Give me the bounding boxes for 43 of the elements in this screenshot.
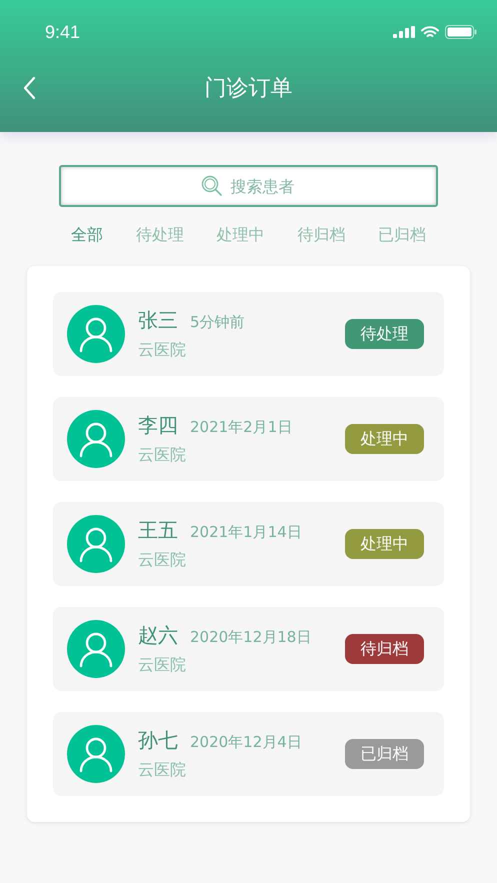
hospital-name: 云医院	[138, 340, 187, 361]
filter-tab[interactable]: 处理中	[216, 225, 264, 249]
filter-tab[interactable]: 全部	[71, 225, 103, 249]
status-badge: 已归档	[345, 739, 424, 769]
status-badge: 处理中	[345, 529, 424, 559]
hospital-name: 云医院	[138, 445, 187, 466]
order-item[interactable]: 孙七 2020年12月4日 云医院 已归档	[53, 712, 444, 796]
hospital-name: 云医院	[138, 550, 187, 571]
avatar-icon	[67, 725, 125, 783]
hospital-name: 云医院	[138, 655, 187, 676]
patient-name: 王五	[138, 517, 178, 544]
signal-icon	[393, 26, 415, 38]
filter-tab[interactable]: 待归档	[297, 225, 346, 249]
avatar-icon	[67, 410, 125, 468]
status-badge: 待归档	[345, 634, 424, 664]
order-time: 5分钟前	[190, 313, 245, 332]
back-icon[interactable]	[22, 76, 36, 100]
filter-tab[interactable]: 待处理	[136, 225, 184, 249]
order-time: 2020年12月4日	[190, 733, 302, 752]
patient-name: 张三	[138, 307, 178, 334]
search-icon	[201, 175, 223, 197]
filter-tab[interactable]: 已归档	[378, 225, 426, 249]
order-time: 2021年2月1日	[190, 418, 292, 437]
order-item[interactable]: 张三 5分钟前 云医院 待处理	[53, 292, 444, 376]
status-badge: 处理中	[345, 424, 424, 454]
patient-name: 李四	[138, 412, 178, 439]
patient-name: 孙七	[138, 727, 178, 754]
order-item[interactable]: 赵六 2020年12月18日 云医院 待归档	[53, 607, 444, 691]
status-badge: 待处理	[345, 319, 424, 349]
patient-name: 赵六	[138, 622, 178, 649]
hospital-name: 云医院	[138, 760, 187, 781]
order-item[interactable]: 李四 2021年2月1日 云医院 处理中	[53, 397, 444, 481]
avatar-icon	[67, 620, 125, 678]
battery-icon	[445, 25, 477, 39]
avatar-icon	[67, 515, 125, 573]
order-time: 2020年12月18日	[190, 628, 312, 647]
avatar-icon	[67, 305, 125, 363]
page-title: 门诊订单	[204, 75, 292, 103]
wifi-icon	[421, 26, 439, 38]
order-item[interactable]: 王五 2021年1月14日 云医院 处理中	[53, 502, 444, 586]
order-time: 2021年1月14日	[190, 523, 302, 542]
status-time: 9:41	[45, 22, 80, 42]
search-field[interactable]: 搜索患者	[59, 165, 438, 207]
